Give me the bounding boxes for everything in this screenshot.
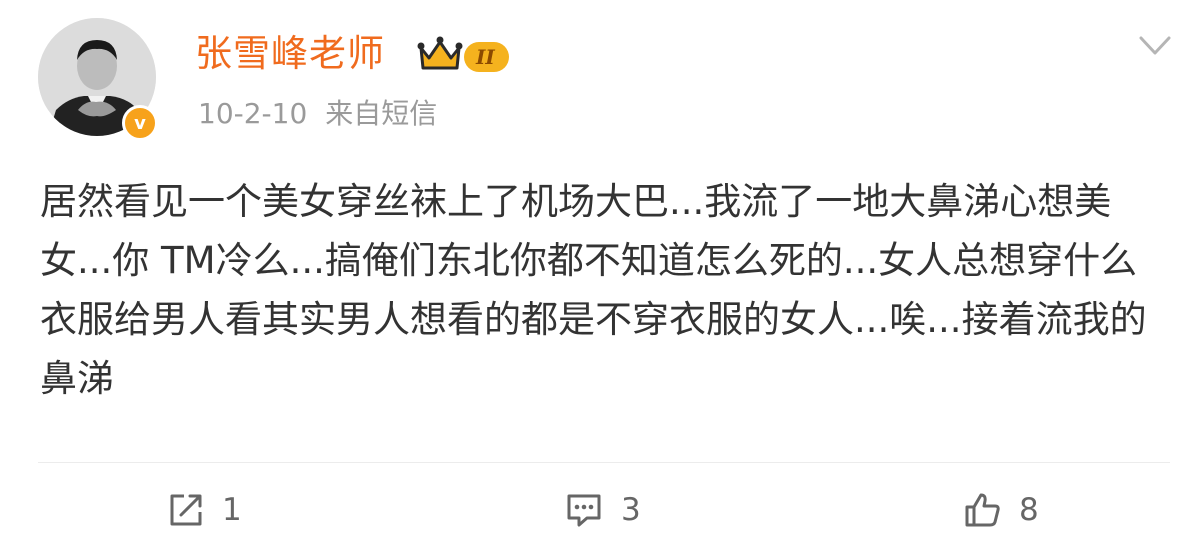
- level-badge[interactable]: II: [464, 42, 509, 72]
- repost-button[interactable]: 1: [168, 488, 242, 532]
- repost-icon: [170, 494, 202, 526]
- thumbs-up-icon: [965, 493, 1000, 527]
- like-button[interactable]: 8: [963, 488, 1039, 532]
- verified-icon: v: [122, 105, 158, 141]
- like-count: 8: [1019, 492, 1039, 528]
- comment-icon: [567, 494, 601, 527]
- post-date: 10-2-10: [198, 97, 308, 130]
- repost-count: 1: [222, 492, 242, 528]
- post-meta: 10-2-10 来自短信: [198, 96, 437, 132]
- comment-button[interactable]: 3: [565, 488, 641, 532]
- post-source: 来自短信: [325, 97, 438, 130]
- divider: [38, 462, 1170, 463]
- author-name[interactable]: 张雪峰老师: [195, 32, 385, 76]
- chevron-down-icon[interactable]: [1138, 34, 1172, 58]
- comment-count: 3: [621, 492, 641, 528]
- crown-icon: [417, 36, 463, 70]
- post-text: 居然看见一个美女穿丝袜上了机场大巴...我流了一地大鼻涕心想美女...你 TM冷…: [40, 180, 1147, 400]
